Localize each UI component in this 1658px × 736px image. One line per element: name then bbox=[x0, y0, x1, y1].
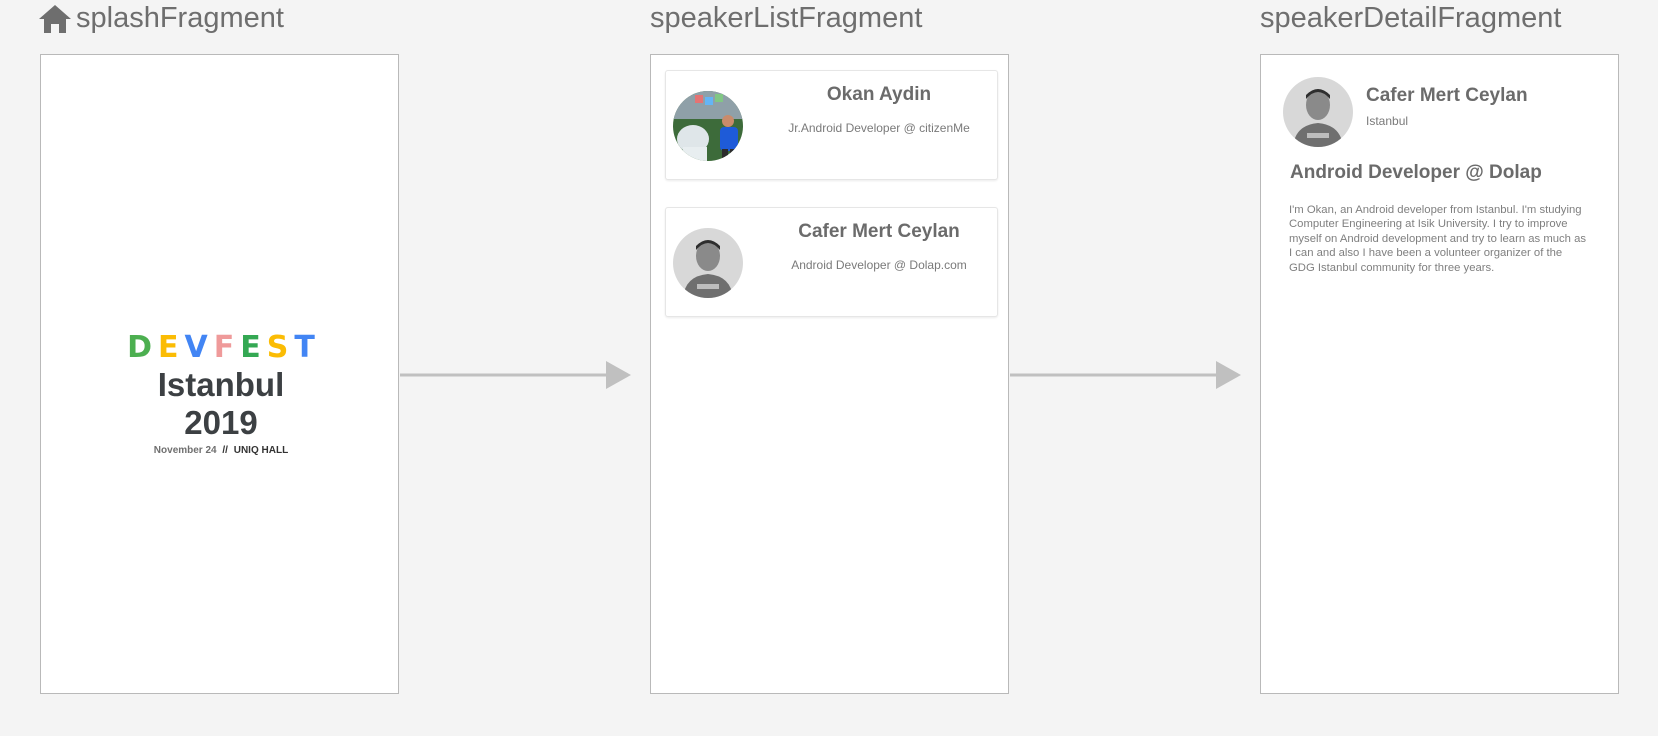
event-venue: UNIQ HALL bbox=[233, 445, 289, 456]
devfest-letter: D bbox=[127, 330, 153, 365]
devfest-letter: S bbox=[266, 330, 289, 365]
devfest-letter: E bbox=[158, 330, 179, 365]
speaker-detail-fragment-label: speakerDetailFragment bbox=[1260, 2, 1562, 34]
speaker-avatar bbox=[1283, 77, 1353, 147]
speaker-list-fragment-label: speakerListFragment bbox=[650, 2, 923, 34]
event-date-venue: November 24 // UNIQ HALL bbox=[121, 445, 321, 456]
speaker-list-fragment-screen[interactable]: Okan Aydin Jr.Android Developer @ citize… bbox=[650, 54, 1009, 694]
speaker-headline: Android Developer @ Dolap bbox=[1290, 162, 1542, 183]
speaker-bio: I'm Okan, an Android developer from Ista… bbox=[1289, 204, 1587, 274]
speaker-avatar bbox=[673, 91, 743, 161]
arrow-right-icon[interactable] bbox=[400, 360, 632, 390]
speaker-name: Okan Aydin bbox=[826, 84, 932, 105]
devfest-logo: DEVFEST Istanbul 2019 November 24 // UNI… bbox=[121, 333, 321, 457]
devfest-letter: V bbox=[184, 330, 208, 365]
speaker-detail-fragment-screen[interactable]: Cafer Mert Ceylan Istanbul Android Devel… bbox=[1260, 54, 1619, 694]
speaker-card[interactable]: Okan Aydin Jr.Android Developer @ citize… bbox=[665, 70, 998, 180]
speaker-role: Android Developer @ Dolap.com bbox=[791, 258, 967, 272]
devfest-letter: E bbox=[240, 330, 261, 365]
speaker-name: Cafer Mert Ceylan bbox=[798, 221, 960, 242]
event-date: November 24 bbox=[153, 445, 217, 456]
speaker-avatar bbox=[673, 228, 743, 298]
speaker-list-fragment-title[interactable]: speakerListFragment bbox=[650, 2, 922, 35]
home-icon bbox=[38, 4, 72, 34]
devfest-letter: F bbox=[213, 330, 235, 365]
devfest-wordmark: DEVFEST bbox=[121, 333, 321, 363]
speaker-city: Istanbul bbox=[1366, 114, 1409, 128]
devfest-letter: T bbox=[294, 330, 315, 365]
speaker-card[interactable]: Cafer Mert Ceylan Android Developer @ Do… bbox=[665, 207, 998, 317]
splash-fragment-label: splashFragment bbox=[76, 2, 284, 34]
speaker-detail-fragment-title[interactable]: speakerDetailFragment bbox=[1260, 2, 1561, 35]
splash-fragment-title[interactable]: splashFragment bbox=[38, 2, 284, 35]
speaker-name: Cafer Mert Ceylan bbox=[1366, 85, 1528, 106]
speaker-role: Jr.Android Developer @ citizenMe bbox=[788, 121, 970, 135]
arrow-right-icon[interactable] bbox=[1010, 360, 1242, 390]
splash-fragment-screen[interactable]: DEVFEST Istanbul 2019 November 24 // UNI… bbox=[40, 54, 399, 694]
event-city-year: Istanbul 2019 bbox=[157, 366, 285, 441]
date-venue-separator: // bbox=[222, 445, 228, 456]
